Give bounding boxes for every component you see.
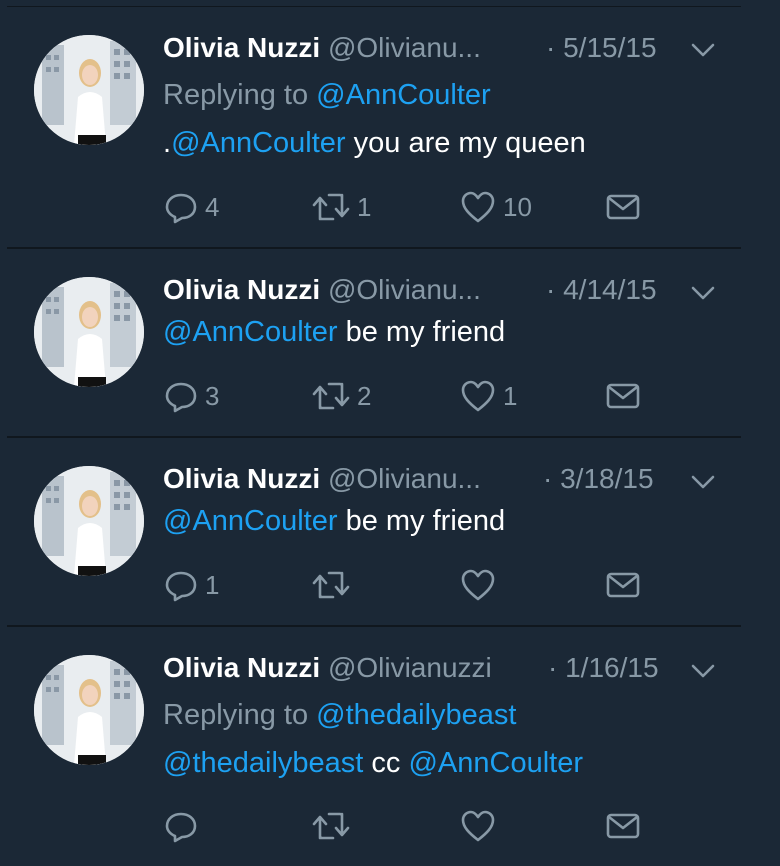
reply-icon <box>165 571 197 602</box>
like-button[interactable] <box>459 806 503 846</box>
tweet-header: Olivia Nuzzi @Olivianuzzi <box>163 651 492 685</box>
like-button[interactable]: 10 <box>459 187 532 227</box>
message-icon <box>606 572 640 598</box>
chevron-down-icon[interactable] <box>690 472 716 492</box>
tweet-date[interactable]: · 4/14/15 <box>546 273 657 307</box>
like-button[interactable] <box>459 565 503 605</box>
reply-button[interactable]: 3 <box>163 376 219 416</box>
message-icon <box>606 383 640 409</box>
tweet-text: @AnnCoulter be my friend <box>163 503 505 539</box>
text-body: be my friend <box>337 316 506 348</box>
replying-to-label: Replying to <box>163 79 317 111</box>
author-handle[interactable]: @Olivianu... <box>328 463 481 494</box>
replying-to-label: Replying to <box>163 699 317 731</box>
reply-button[interactable] <box>163 806 205 846</box>
tweet-date[interactable]: · 3/18/15 <box>543 462 654 496</box>
message-button[interactable] <box>605 187 641 227</box>
tweet-actions: 4 1 10 <box>163 187 663 227</box>
chevron-down-icon[interactable] <box>690 661 716 681</box>
text-body: be my friend <box>337 505 506 537</box>
tweet-header: Olivia Nuzzi @Olivianu... <box>163 462 481 496</box>
tweet-date[interactable]: · 5/15/15 <box>546 31 657 65</box>
message-icon <box>606 813 640 839</box>
like-icon <box>461 810 495 842</box>
author-name[interactable]: Olivia Nuzzi <box>163 463 320 494</box>
tweet-actions: 1 <box>163 565 663 605</box>
retweet-icon <box>312 812 350 840</box>
message-button[interactable] <box>605 376 641 416</box>
reply-icon <box>165 193 197 224</box>
reply-button[interactable]: 4 <box>163 187 219 227</box>
mention-link[interactable]: @AnnCoulter <box>163 505 338 537</box>
author-handle[interactable]: @Olivianu... <box>328 32 481 63</box>
retweet-button[interactable]: 1 <box>311 187 371 227</box>
like-icon <box>461 569 495 601</box>
tweet-text: @AnnCoulter be my friend <box>163 314 505 350</box>
message-icon <box>606 194 640 220</box>
retweet-icon <box>312 382 350 410</box>
mention-link[interactable]: @AnnCoulter <box>163 316 338 348</box>
avatar[interactable] <box>34 35 144 145</box>
retweet-icon <box>312 193 350 221</box>
author-handle[interactable]: @Olivianuzzi <box>328 652 492 683</box>
retweet-count: 2 <box>357 381 372 411</box>
tweet-text: .@AnnCoulter you are my queen <box>163 125 586 161</box>
chevron-down-icon[interactable] <box>690 283 716 303</box>
author-name[interactable]: Olivia Nuzzi <box>163 32 320 63</box>
text-body: you are my queen <box>345 127 586 159</box>
tweet-text: @thedailybeast cc @AnnCoulter <box>163 745 583 781</box>
author-name[interactable]: Olivia Nuzzi <box>163 652 320 683</box>
reply-count: 1 <box>205 570 220 600</box>
tweet-header: Olivia Nuzzi @Olivianu... <box>163 273 481 307</box>
retweet-count: 1 <box>357 192 372 222</box>
chevron-down-icon[interactable] <box>690 40 716 60</box>
text-prefix: . <box>163 127 172 159</box>
mention-link[interactable]: @AnnCoulter <box>171 127 346 159</box>
like-count: 1 <box>503 381 518 411</box>
like-count: 10 <box>503 192 532 222</box>
like-icon <box>461 191 495 223</box>
tweet-actions: 3 2 1 <box>163 376 663 416</box>
author-name[interactable]: Olivia Nuzzi <box>163 274 320 305</box>
avatar[interactable] <box>34 277 144 387</box>
tweet-divider <box>7 247 741 249</box>
replying-to: Replying to @AnnCoulter <box>163 77 491 113</box>
reply-button[interactable]: 1 <box>163 565 219 605</box>
tweet-header: Olivia Nuzzi @Olivianu... <box>163 31 481 65</box>
retweet-button[interactable] <box>311 806 357 846</box>
message-button[interactable] <box>605 806 641 846</box>
top-divider <box>7 6 741 7</box>
mention-link-2[interactable]: @AnnCoulter <box>408 747 583 779</box>
avatar[interactable] <box>34 466 144 576</box>
retweet-button[interactable]: 2 <box>311 376 371 416</box>
author-handle[interactable]: @Olivianu... <box>328 274 481 305</box>
text-body: cc <box>363 747 409 779</box>
reply-icon <box>165 812 197 843</box>
like-icon <box>461 380 495 412</box>
reply-count: 4 <box>205 192 220 222</box>
tweet-actions <box>163 806 663 846</box>
reply-to-link[interactable]: @AnnCoulter <box>316 79 491 111</box>
replying-to: Replying to @thedailybeast <box>163 697 517 733</box>
reply-count: 3 <box>205 381 220 411</box>
retweet-icon <box>312 571 350 599</box>
mention-link[interactable]: @thedailybeast <box>163 747 363 779</box>
retweet-button[interactable] <box>311 565 357 605</box>
avatar[interactable] <box>34 655 144 765</box>
tweet-divider <box>7 436 741 438</box>
reply-to-link[interactable]: @thedailybeast <box>316 699 516 731</box>
like-button[interactable]: 1 <box>459 376 517 416</box>
tweet-date[interactable]: · 1/16/15 <box>548 651 659 685</box>
tweet-divider <box>7 625 741 627</box>
message-button[interactable] <box>605 565 641 605</box>
reply-icon <box>165 382 197 413</box>
